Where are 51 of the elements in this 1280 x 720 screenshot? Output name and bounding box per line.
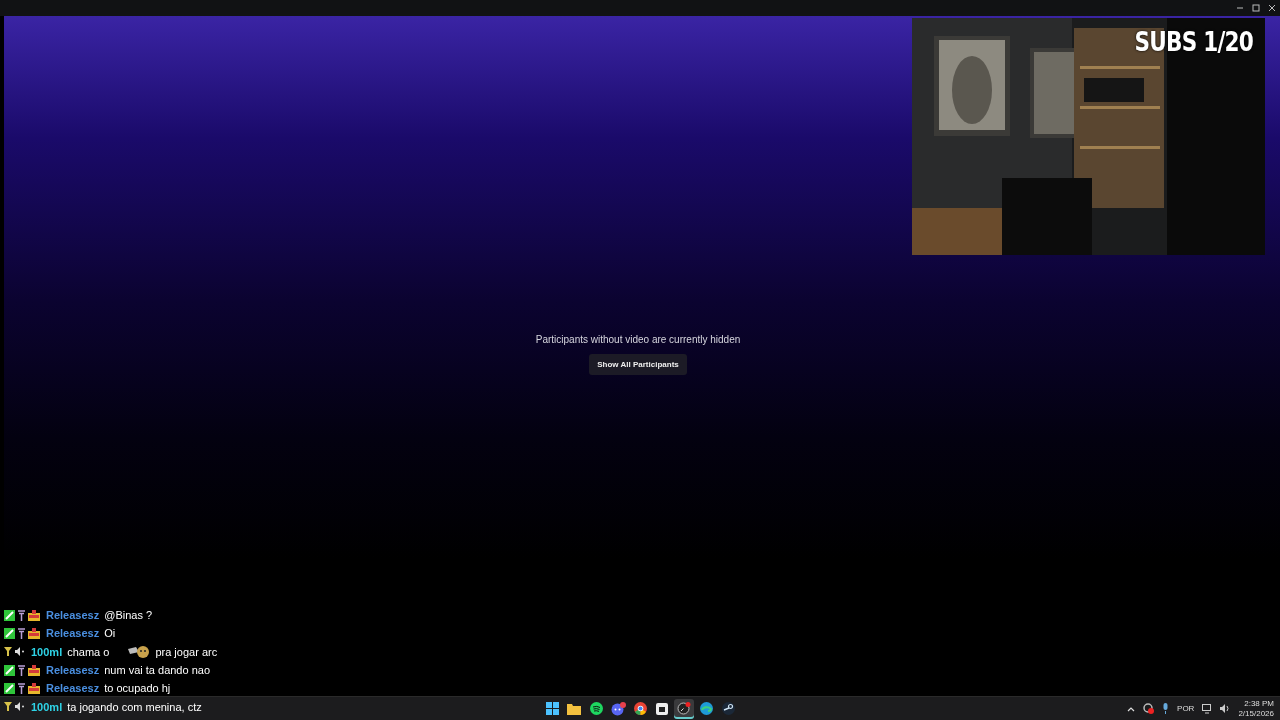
emote-icon — [126, 644, 151, 659]
gauge-icon — [677, 702, 691, 715]
check-badge-icon — [4, 609, 15, 621]
edge-icon — [699, 702, 713, 715]
rank-badge-icon — [18, 664, 25, 676]
gift-badge-icon — [28, 627, 40, 639]
rank-badge-icon — [18, 609, 25, 621]
folder-icon — [567, 702, 581, 715]
chat-username[interactable]: Releasesz — [46, 664, 100, 677]
gift-badge-icon — [28, 609, 40, 621]
taskbar-app-button[interactable] — [674, 698, 694, 719]
windows-icon — [545, 702, 559, 715]
chat-message: pra jogar arc — [155, 645, 218, 658]
input-language[interactable]: POR — [1177, 704, 1195, 713]
rank-badge-icon — [18, 627, 25, 639]
gift-badge-icon — [28, 664, 40, 676]
speaker-badge-icon — [15, 647, 25, 657]
chat-message: ta jogando com menina, ctz — [67, 700, 202, 713]
tray-app-icon[interactable] — [1143, 703, 1155, 714]
check-badge-icon — [4, 627, 15, 639]
chat-message: to ocupado hj — [104, 682, 171, 695]
chat-username[interactable]: 100ml — [31, 700, 63, 713]
chat-username[interactable]: Releasesz — [46, 627, 100, 640]
gift-badge-icon — [28, 682, 40, 694]
chat-message: chama o — [67, 645, 110, 658]
check-badge-icon — [4, 664, 15, 676]
microphone-icon[interactable] — [1162, 703, 1170, 714]
subs-counter: SUBS 1/20 — [1134, 26, 1253, 57]
show-all-participants-button[interactable]: Show All Participants — [589, 354, 687, 375]
volume-icon[interactable] — [1220, 704, 1231, 713]
chat-username[interactable]: Releasesz — [46, 682, 100, 695]
chat-username[interactable]: 100ml — [31, 645, 63, 658]
check-badge-icon — [4, 682, 15, 694]
chat-message: @Binas ? — [104, 609, 153, 622]
clock-date[interactable]: 2/15/2026 — [1238, 708, 1274, 719]
browser-icon — [633, 702, 647, 715]
speaker-badge-icon — [15, 702, 25, 712]
maximize-icon[interactable] — [1252, 4, 1260, 12]
app-icon — [656, 702, 668, 715]
network-icon[interactable] — [1202, 703, 1213, 714]
minimize-icon[interactable] — [1236, 4, 1244, 12]
chevron-up-icon[interactable] — [1127, 705, 1136, 712]
hidden-participants-message: Participants without video are currently hidden — [535, 334, 741, 345]
music-app-icon — [589, 702, 603, 715]
chat-message: num vai ta dando nao — [104, 664, 211, 677]
clock-time[interactable]: 2:38 PM — [1244, 698, 1274, 709]
chat-app-icon — [610, 701, 626, 716]
rank-badge-icon — [18, 682, 25, 694]
chat-message: Oi — [104, 627, 116, 640]
chat-username[interactable]: Releasesz — [46, 609, 100, 622]
close-icon[interactable] — [1268, 4, 1276, 12]
